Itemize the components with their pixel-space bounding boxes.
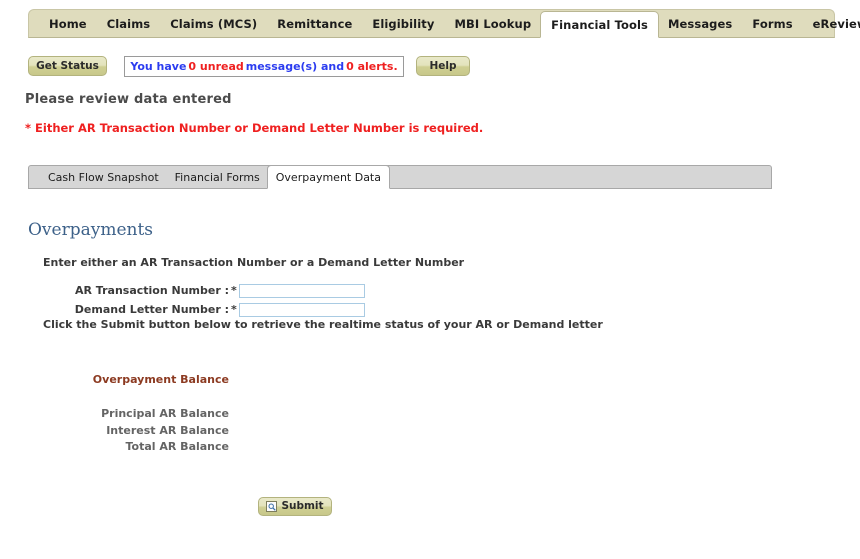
required-field-error: * Either AR Transaction Number or Demand… <box>25 121 484 135</box>
overpayment-balance-heading: Overpayment Balance <box>92 373 229 386</box>
form-row: Demand Letter Number : * <box>43 301 443 318</box>
nav-item-label: Eligibility <box>372 16 435 31</box>
required-asterisk: * <box>231 284 237 297</box>
subtab-overpayment-data[interactable]: Overpayment Data <box>266 165 390 189</box>
overpayment-form: AR Transaction Number : * Demand Letter Nu… <box>43 282 443 320</box>
balance-row: Total AR Balance <box>0 439 229 456</box>
subtab-label: Cash Flow Snapshot <box>48 170 159 184</box>
nav-item-eligibility[interactable]: Eligibility <box>362 10 444 37</box>
nav-item-label: Home <box>49 16 87 31</box>
demand-letter-number-input[interactable] <box>239 302 365 317</box>
help-button[interactable]: Help <box>416 56 470 76</box>
notification-message-box: You have 0 unread message(s) and 0 alert… <box>124 56 404 77</box>
balance-label: Interest AR Balance <box>106 423 229 437</box>
nav-item-label: Financial Tools <box>551 17 648 32</box>
field-label: Demand Letter Number : <box>74 303 229 316</box>
ar-transaction-number-input[interactable] <box>239 283 365 298</box>
nav-item-mbi-lookup[interactable]: MBI Lookup <box>444 10 541 37</box>
subtab-label: Financial Forms <box>174 170 260 184</box>
nav-item-label: MBI Lookup <box>454 16 532 31</box>
field-label: AR Transaction Number : <box>74 284 229 297</box>
nav-item-label: eReview <box>812 16 860 31</box>
balance-row: Interest AR Balance <box>0 423 229 440</box>
nav-item-home[interactable]: Home <box>39 10 97 37</box>
subtab-financial-forms[interactable]: Financial Forms <box>167 166 268 188</box>
nav-item-financial-tools[interactable]: Financial Tools <box>540 11 659 38</box>
form-row: AR Transaction Number : * <box>43 282 443 299</box>
nav-item-ereview[interactable]: eReview <box>803 10 860 37</box>
get-status-button[interactable]: Get Status <box>28 56 107 76</box>
nav-item-claims-mcs[interactable]: Claims (MCS) <box>160 10 267 37</box>
nav-item-messages[interactable]: Messages <box>658 10 742 37</box>
nav-item-claims[interactable]: Claims <box>97 10 161 37</box>
section-title: Overpayments <box>28 220 154 240</box>
required-asterisk: * <box>231 303 237 316</box>
instruction-text: Enter either an AR Transaction Number or… <box>43 256 465 269</box>
message-text-part1: You have <box>130 60 187 73</box>
submit-hint-text: Click the Submit button below to retriev… <box>43 318 603 331</box>
balance-list: Principal AR Balance Interest AR Balance T… <box>0 406 229 456</box>
main-nav-bar: Home Claims Claims (MCS) Remittance Eligibil… <box>28 9 860 38</box>
financial-tools-subtabs: Cash Flow Snapshot Financial Forms Overpay… <box>28 165 772 189</box>
subtab-label: Overpayment Data <box>275 170 381 184</box>
message-text-part3: message(s) and <box>245 60 345 73</box>
nav-item-label: Messages <box>667 16 733 31</box>
magnifier-icon <box>266 501 278 512</box>
nav-item-label: Remittance <box>277 16 353 31</box>
unread-count-text: 0 unread <box>188 60 244 73</box>
action-toolbar: Get Status You have 0 unread message(s) … <box>28 56 835 80</box>
nav-item-remittance[interactable]: Remittance <box>267 10 362 37</box>
main-navigation: Home Claims Claims (MCS) Remittance Eligibil… <box>28 9 860 38</box>
nav-item-forms[interactable]: Forms <box>742 10 802 37</box>
get-status-label: Get Status <box>36 59 99 72</box>
alerts-count-text: 0 alerts. <box>346 60 398 73</box>
balance-label: Principal AR Balance <box>101 407 229 420</box>
help-label: Help <box>429 59 457 72</box>
balance-label: Total AR Balance <box>125 440 229 453</box>
submit-button[interactable]: Submit <box>258 497 332 516</box>
submit-label: Submit <box>281 500 324 513</box>
subtab-bar: Cash Flow Snapshot Financial Forms Overpay… <box>28 165 772 189</box>
subtab-cash-flow-snapshot[interactable]: Cash Flow Snapshot <box>40 166 167 188</box>
nav-item-label: Claims (MCS) <box>170 16 258 31</box>
page-title: Please review data entered <box>25 92 232 107</box>
nav-item-label: Claims <box>106 16 151 31</box>
nav-item-label: Forms <box>752 16 793 31</box>
balance-row: Principal AR Balance <box>0 406 229 423</box>
